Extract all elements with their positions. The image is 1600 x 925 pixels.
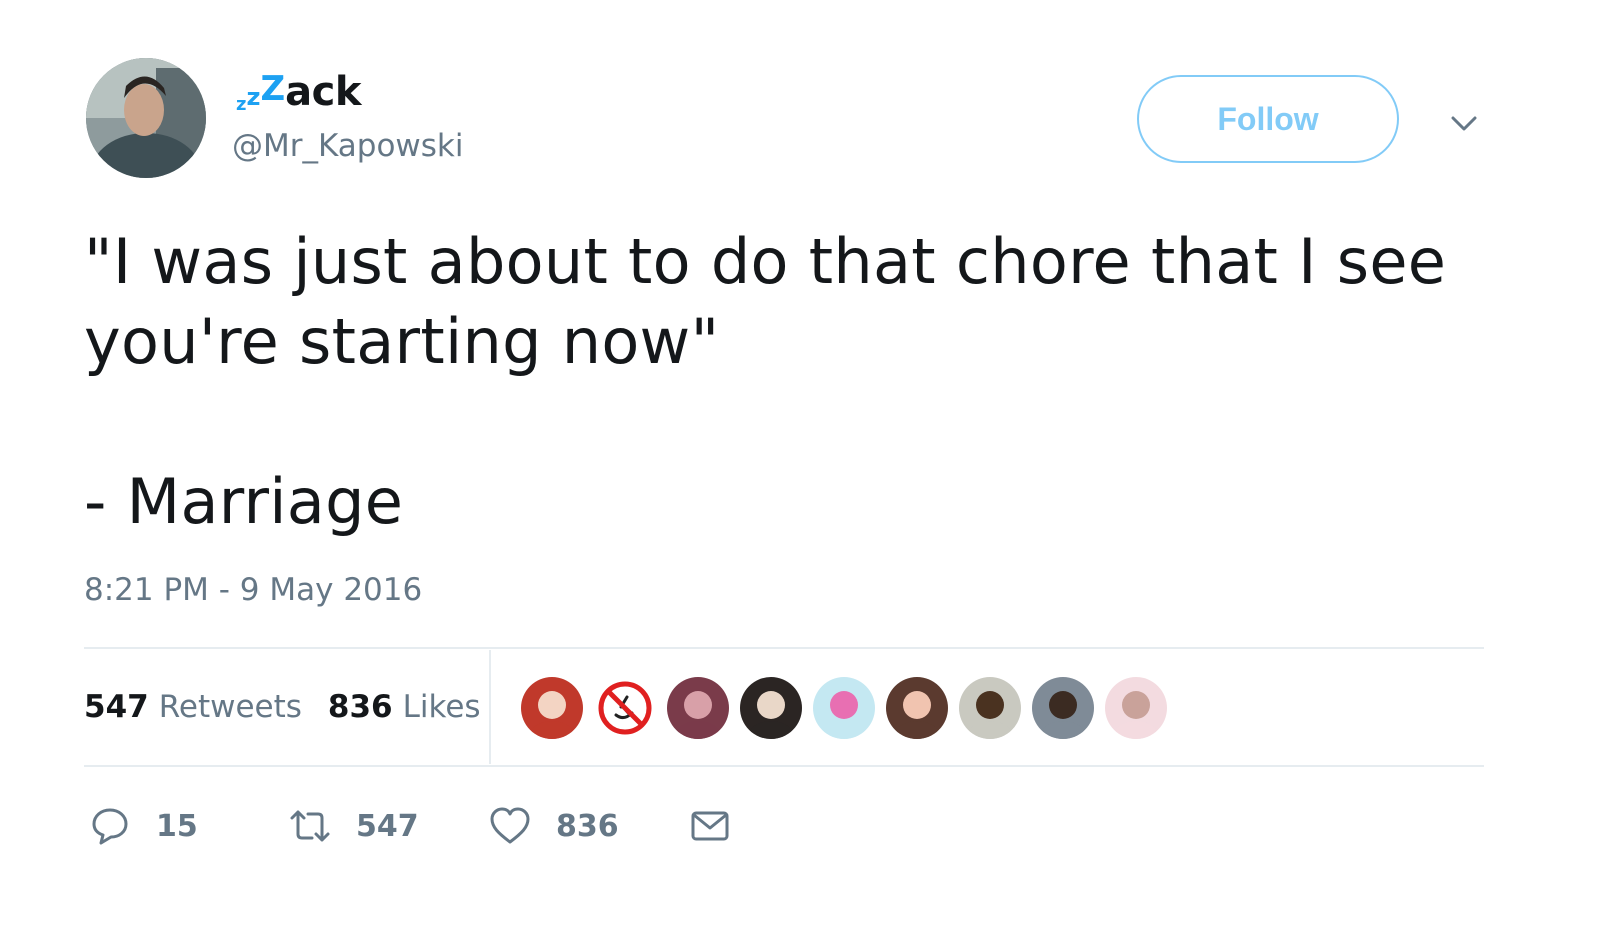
liker-avatar[interactable]	[1032, 677, 1094, 739]
retweets-count: 547	[84, 688, 149, 725]
tweet-text: "I was just about to do that chore that …	[84, 222, 1504, 542]
likes-label: Likes	[402, 688, 481, 725]
envelope-icon	[691, 811, 729, 841]
likes-count: 836	[327, 688, 393, 725]
tweet-text-line: "I was just about to do that chore that …	[84, 225, 1447, 378]
tweet-card: zzZ ack @Mr_Kapowski Follow "I was just …	[0, 0, 1600, 925]
liker-avatars	[521, 677, 1178, 739]
reply-button[interactable]: 15	[88, 804, 288, 848]
liker-avatar[interactable]	[813, 677, 875, 739]
follow-button[interactable]: Follow	[1137, 75, 1399, 163]
tweet-stats: 547 Retweets 836 Likes	[84, 648, 507, 765]
chevron-down-icon[interactable]	[1446, 106, 1482, 142]
retweets-label: Retweets	[158, 688, 302, 725]
retweet-count: 547	[356, 808, 419, 844]
liker-avatar[interactable]	[667, 677, 729, 739]
no-hammer-sickle-icon	[594, 677, 656, 739]
likes-stat[interactable]: 836 Likes	[328, 689, 481, 725]
direct-message-button[interactable]	[688, 804, 732, 848]
retweet-button[interactable]: 547	[288, 804, 488, 848]
stats-separator	[489, 650, 491, 764]
reply-count: 15	[156, 808, 198, 844]
tweet-actions: 15 547 836	[88, 800, 732, 852]
retweets-stat[interactable]: 547 Retweets	[84, 689, 302, 725]
user-handle[interactable]: @Mr_Kapowski	[232, 128, 464, 164]
zzz-icon: zzZ	[236, 69, 286, 115]
retweet-icon	[290, 810, 330, 842]
liker-avatar[interactable]	[959, 677, 1021, 739]
liker-avatar[interactable]	[740, 677, 802, 739]
liker-avatar[interactable]	[886, 677, 948, 739]
divider	[84, 765, 1484, 767]
like-button[interactable]: 836	[488, 804, 688, 848]
reply-icon	[92, 808, 128, 845]
like-count: 836	[556, 808, 619, 844]
user-avatar[interactable]	[86, 58, 206, 178]
user-display-name[interactable]: zzZ ack	[236, 58, 361, 118]
user-name-text: ack	[285, 69, 361, 115]
liker-avatar[interactable]	[594, 677, 656, 739]
liker-avatar[interactable]	[521, 677, 583, 739]
liker-avatar[interactable]	[1105, 677, 1167, 739]
tweet-timestamp[interactable]: 8:21 PM - 9 May 2016	[84, 572, 422, 608]
heart-icon	[490, 807, 530, 844]
tweet-text-line: - Marriage	[84, 465, 404, 538]
